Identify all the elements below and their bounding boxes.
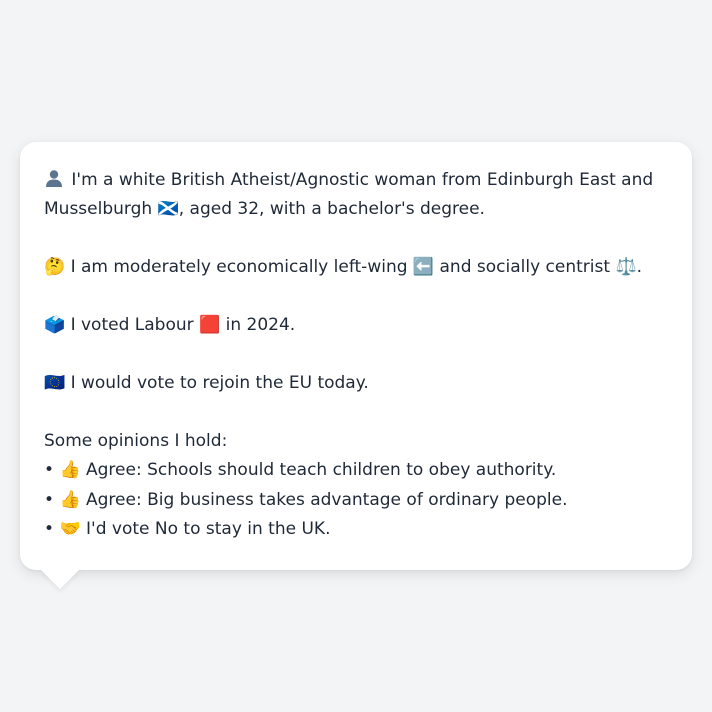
politics-text-b: and socially centrist <box>439 257 611 277</box>
politics-text-a: I am moderately economically left-wing <box>70 257 408 277</box>
vote-line: 🗳️ I voted Labour 🟥 in 2024. <box>44 311 668 340</box>
list-item: • 👍 Agree: Big business takes advantage … <box>44 486 668 516</box>
scotland-flag-icon: 🏴󠁧󠁢󠁳󠁣󠁴󠁿 <box>157 199 179 219</box>
opinions-list: • 👍 Agree: Schools should teach children… <box>44 456 668 545</box>
opinion-text: Agree: Schools should teach children to … <box>86 460 557 480</box>
vote-text-b: in 2024. <box>225 315 296 335</box>
bullet: • <box>44 460 55 480</box>
opinion-text: Agree: Big business takes advantage of o… <box>86 489 568 510</box>
list-item: • 🤝 I'd vote No to stay in the UK. <box>44 515 668 545</box>
bullet: • <box>44 519 55 539</box>
ballot-box-icon: 🗳️ <box>44 315 66 335</box>
thumbs-up-icon: 👍 <box>59 460 81 480</box>
red-square-icon: 🟥 <box>199 315 221 335</box>
speech-bubble-tail <box>40 569 80 589</box>
eu-text: I would vote to rejoin the EU today. <box>70 373 369 393</box>
politics-text-c: . <box>636 257 643 277</box>
identity-line: I'm a white British Atheist/Agnostic wom… <box>44 166 668 224</box>
list-item: • 👍 Agree: Schools should teach children… <box>44 456 668 486</box>
handshake-icon: 🤝 <box>59 519 81 539</box>
opinions-heading: Some opinions I hold: <box>44 431 228 451</box>
politics-line: 🤔 I am moderately economically left-wing… <box>44 253 668 282</box>
thumbs-up-icon: 👍 <box>59 489 81 510</box>
left-arrow-icon: ⬅️ <box>412 257 435 277</box>
vote-text-a: I voted Labour <box>70 315 194 335</box>
balance-scale-icon: ⚖️ <box>615 257 637 277</box>
bullet: • <box>44 489 55 510</box>
identity-text-b: , aged 32, with a bachelor's degree. <box>178 199 485 219</box>
person-silhouette-icon <box>46 170 62 187</box>
opinion-text: I'd vote No to stay in the UK. <box>86 519 331 539</box>
profile-card: I'm a white British Atheist/Agnostic wom… <box>20 142 692 570</box>
thinking-face-icon: 🤔 <box>44 257 66 277</box>
eu-flag-icon: 🇪🇺 <box>44 373 66 393</box>
eu-line: 🇪🇺 I would vote to rejoin the EU today. <box>44 369 668 398</box>
